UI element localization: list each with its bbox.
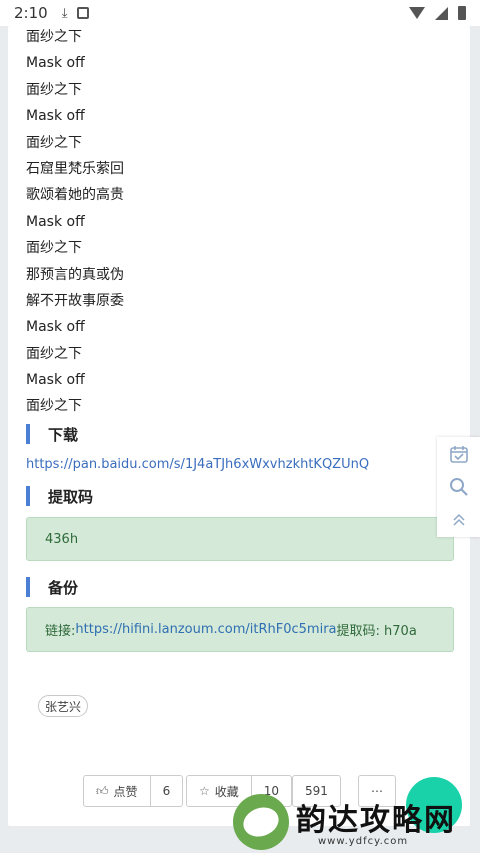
cell-signal-icon	[435, 6, 448, 20]
lyric-line: 面纱之下	[26, 398, 82, 415]
watermark-title: 韵达攻略网	[296, 803, 456, 838]
download-link[interactable]: https://pan.baidu.com/s/1J4aTJh6xWxvhzkh…	[26, 457, 369, 472]
notification-icon	[77, 7, 90, 19]
backup-link-label: 链接:	[45, 624, 76, 639]
backup-code: 提取码: h70a	[336, 624, 417, 639]
tag-chip[interactable]: 张艺兴	[38, 695, 89, 717]
like-label-wrap[interactable]: 👍︎ 点赞	[84, 776, 151, 806]
lyric-line: 那预言的真或伪	[26, 266, 124, 283]
backup-box: 链接: https://hifini.lanzoum.com/itRhF0c5m…	[26, 607, 454, 652]
download-heading: 下载	[26, 424, 78, 444]
lyric-line: Mask off	[26, 108, 85, 125]
lyric-line: 面纱之下	[26, 81, 82, 98]
back-to-top-icon[interactable]	[448, 509, 470, 531]
star-icon: ☆	[199, 784, 210, 798]
watermark-url: www.ydfcy.com	[318, 836, 409, 847]
extract-code-heading: 提取码	[26, 486, 93, 506]
battery-icon	[458, 6, 466, 20]
side-toolbar	[437, 437, 480, 537]
lyric-line: Mask off	[26, 213, 85, 230]
like-button[interactable]: 👍︎ 点赞 6	[83, 775, 184, 807]
search-icon[interactable]	[448, 476, 470, 498]
backup-link[interactable]: https://hifini.lanzoum.com/itRhF0c5mira	[75, 622, 336, 637]
like-label: 点赞	[113, 784, 138, 799]
lyric-line: Mask off	[26, 55, 85, 72]
backup-heading: 备份	[26, 577, 78, 597]
lyric-line: 面纱之下	[26, 134, 82, 151]
status-time: 2:10	[14, 4, 48, 22]
lyric-line: 石窟里梵乐萦回	[26, 160, 124, 177]
lyric-line: Mask off	[26, 319, 85, 336]
lyric-line: 歌颂着她的高贵	[26, 187, 124, 204]
extract-code-box: 436h	[26, 517, 454, 561]
watermark-logo	[233, 794, 289, 850]
status-bar: 2:10 ⤓	[0, 0, 480, 26]
status-indicators	[409, 6, 466, 20]
lyric-line: 面纱之下	[26, 29, 82, 45]
fav-label: 收藏	[214, 784, 239, 799]
wifi-icon	[409, 7, 425, 19]
lyric-line: 解不开故事原委	[26, 292, 124, 309]
lyric-line: Mask off	[26, 372, 85, 389]
like-count: 6	[162, 784, 171, 798]
lyric-line: 面纱之下	[26, 240, 82, 257]
download-icon: ⤓	[61, 5, 68, 21]
calendar-check-icon[interactable]	[448, 443, 470, 465]
thumbs-up-icon: 👍︎	[96, 783, 109, 798]
post-card: 面纱之下 Mask off 面纱之下 Mask off 面纱之下 石窟里梵乐萦回…	[8, 26, 470, 826]
lyric-line: 面纱之下	[26, 345, 82, 362]
lyrics-block: 面纱之下 Mask off 面纱之下 Mask off 面纱之下 石窟里梵乐萦回…	[26, 24, 124, 420]
extract-code-value: 436h	[45, 531, 79, 547]
